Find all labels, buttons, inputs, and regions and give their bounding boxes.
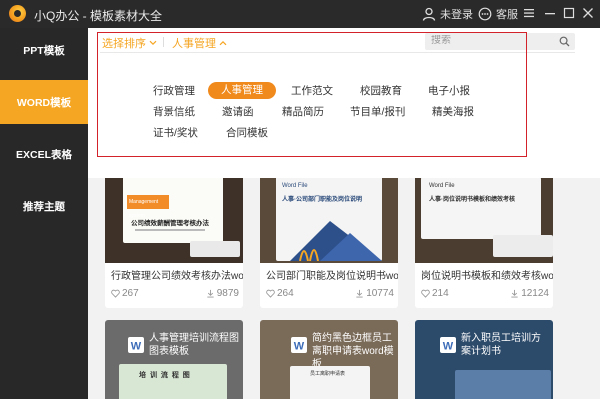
template-card[interactable]: Word File 人事·岗位说明书模板和绩效考核 岗位说明书模板和绩效考核wo… <box>415 173 553 308</box>
tag-hr-management[interactable]: 人事管理 <box>208 82 276 99</box>
sidebar-item-word[interactable]: WORD模板 <box>0 80 88 124</box>
likes-count: 267 <box>122 288 139 299</box>
category-dropdown-panel <box>88 28 600 178</box>
title-bar: 小Q办公 - 模板素材大全 未登录 客服 <box>0 0 600 28</box>
tag-program-newspaper[interactable]: 节目单/报刊 <box>350 104 405 121</box>
downloads-count: 9879 <box>216 288 239 299</box>
thumb-sub-label: Word File <box>429 183 455 189</box>
card-thumbnail[interactable]: Word File 人事·岗位说明书模板和绩效考核 <box>415 173 553 263</box>
thumb-sub-label: Management system <box>127 195 169 219</box>
template-card[interactable]: W 人事管理培训流程图图表模板 培 训 流 程 图 <box>105 320 243 399</box>
likes: 267 <box>111 288 139 299</box>
template-card[interactable]: Management system 公司绩效薪酬管理考核办法 行政管理公司绩效考… <box>105 173 243 308</box>
likes-count: 264 <box>277 288 294 299</box>
download-icon <box>207 289 214 298</box>
svg-text:W: W <box>131 341 142 353</box>
card-thumbnail[interactable]: Word File 人事·公司部门职能及岗位说明 <box>260 173 398 263</box>
thumb-heading: 人事·岗位说明书模板和绩效考核 <box>429 197 515 203</box>
login-button[interactable]: 未登录 <box>422 6 473 22</box>
sidebar: PPT模板 WORD模板 EXCEL表格 推荐主题 <box>0 28 88 399</box>
sidebar-item-ppt[interactable]: PPT模板 <box>0 28 88 72</box>
template-card[interactable]: W 简约黑色边框员工离职申请表word模板 员工离职申请表 <box>260 320 398 399</box>
thumb-heading: 员工离职申请表 <box>310 371 346 377</box>
tag-resume[interactable]: 精品简历 <box>282 104 324 121</box>
category-dropdown[interactable]: 人事管理 <box>172 35 227 51</box>
service-label: 客服 <box>496 9 518 21</box>
svg-text:W: W <box>443 341 454 353</box>
template-card[interactable]: W 新入职员工培训方案计划书 <box>415 320 553 399</box>
close-icon[interactable] <box>581 6 595 20</box>
divider <box>163 37 164 47</box>
search-input[interactable] <box>431 35 551 46</box>
card-title[interactable]: 岗位说明书模板和绩效考核word文档 <box>421 267 553 282</box>
thumb-illustration <box>290 221 382 261</box>
template-card[interactable]: Word File 人事·公司部门职能及岗位说明 公司部门职能及岗位说明书wor… <box>260 173 398 308</box>
app-title: 小Q办公 - 模板素材大全 <box>34 9 162 23</box>
search-icon[interactable] <box>559 36 570 47</box>
thumb-sub-label: Word File <box>282 183 308 189</box>
downloads-count: 12124 <box>521 288 549 299</box>
word-file-icon: W <box>440 337 456 353</box>
sort-label: 选择排序 <box>102 38 146 50</box>
chevron-down-icon <box>149 40 157 46</box>
tag-contract[interactable]: 合同模板 <box>226 125 268 142</box>
downloads: 10774 <box>355 288 394 299</box>
download-icon <box>511 289 518 298</box>
tag-invitation[interactable]: 邀请函 <box>222 104 254 121</box>
card-thumbnail[interactable]: Management system 公司绩效薪酬管理考核办法 <box>105 173 243 263</box>
divider <box>100 52 575 53</box>
tag-campus-education[interactable]: 校园教育 <box>360 83 402 100</box>
thumb-heading: 人事·公司部门职能及岗位说明 <box>282 197 362 203</box>
heart-icon <box>111 289 120 298</box>
likes: 214 <box>421 288 449 299</box>
thumb-heading: 公司绩效薪酬管理考核办法 <box>131 220 209 227</box>
svg-text:W: W <box>294 341 305 353</box>
sort-dropdown[interactable]: 选择排序 <box>102 35 157 51</box>
tag-letter-paper[interactable]: 背景信纸 <box>153 104 195 121</box>
card-meta: 214 12124 <box>421 288 549 299</box>
likes-count: 214 <box>432 288 449 299</box>
card-thumbnail[interactable]: W 新入职员工培训方案计划书 <box>415 320 553 399</box>
sidebar-item-excel[interactable]: EXCEL表格 <box>0 132 88 176</box>
minimize-icon[interactable] <box>543 6 557 20</box>
card-meta: 267 9879 <box>111 288 239 299</box>
search-box[interactable] <box>425 33 575 50</box>
tag-poster[interactable]: 精美海报 <box>432 104 474 121</box>
heart-icon <box>266 289 275 298</box>
tag-e-newspaper[interactable]: 电子小报 <box>428 83 470 100</box>
sidebar-item-recommended[interactable]: 推荐主题 <box>0 184 88 228</box>
heart-icon <box>421 289 430 298</box>
card-title[interactable]: 行政管理公司绩效考核办法word文档 <box>111 267 243 282</box>
thumb-heading: 培 训 流 程 图 <box>139 372 191 379</box>
app-logo-icon <box>9 5 26 22</box>
chevron-up-icon <box>219 40 227 46</box>
chat-icon <box>478 7 492 21</box>
tag-work-essay[interactable]: 工作范文 <box>291 83 333 100</box>
download-icon <box>356 289 363 298</box>
customer-service-button[interactable]: 客服 <box>478 6 518 22</box>
tag-admin-management[interactable]: 行政管理 <box>153 83 195 100</box>
thumb-title: 人事管理培训流程图图表模板 <box>149 333 239 357</box>
menu-icon[interactable] <box>522 6 536 20</box>
card-thumbnail[interactable]: W 人事管理培训流程图图表模板 培 训 流 程 图 <box>105 320 243 399</box>
tag-certificate[interactable]: 证书/奖状 <box>153 125 198 142</box>
card-title[interactable]: 公司部门职能及岗位说明书word模板 <box>266 267 398 282</box>
downloads: 12124 <box>510 288 549 299</box>
card-meta: 264 10774 <box>266 288 394 299</box>
login-label: 未登录 <box>440 9 473 21</box>
word-file-icon: W <box>128 337 144 353</box>
user-icon <box>422 7 436 21</box>
thumb-title: 新入职员工培训方案计划书 <box>461 333 541 357</box>
maximize-icon[interactable] <box>562 6 576 20</box>
word-file-icon: W <box>291 337 307 353</box>
category-label: 人事管理 <box>172 38 216 50</box>
card-thumbnail[interactable]: W 简约黑色边框员工离职申请表word模板 员工离职申请表 <box>260 320 398 399</box>
downloads-count: 10774 <box>366 288 394 299</box>
downloads: 9879 <box>206 288 239 299</box>
likes: 264 <box>266 288 294 299</box>
